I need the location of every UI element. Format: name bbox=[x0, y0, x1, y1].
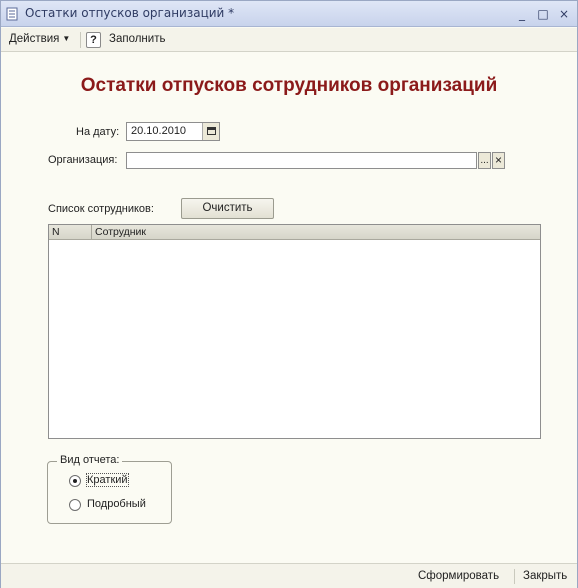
report-type-group bbox=[47, 461, 172, 524]
table-header: N Сотрудник bbox=[49, 225, 540, 240]
title-bar[interactable]: Остатки отпусков организаций * _ □ × bbox=[1, 1, 577, 27]
document-icon bbox=[6, 7, 18, 21]
date-value: 20.10.2010 bbox=[131, 125, 187, 137]
column-header-employee[interactable]: Сотрудник bbox=[95, 226, 146, 238]
calendar-button[interactable] bbox=[202, 123, 219, 140]
clear-button[interactable]: Очистить bbox=[181, 198, 274, 219]
column-header-number[interactable]: N bbox=[52, 226, 60, 238]
actions-menu-label: Действия bbox=[9, 33, 60, 45]
date-label: На дату: bbox=[76, 126, 120, 138]
window-title: Остатки отпусков организаций * bbox=[25, 6, 235, 20]
form-heading: Остатки отпусков сотрудников организаций bbox=[80, 75, 498, 96]
chevron-down-icon: ▼ bbox=[62, 34, 71, 43]
actions-menu[interactable]: Действия ▼ bbox=[9, 33, 70, 45]
employees-label: Список сотрудников: bbox=[48, 203, 154, 215]
radio-detailed[interactable] bbox=[69, 499, 81, 511]
command-bar: Действия ▼ ? Заполнить bbox=[1, 28, 577, 52]
report-window: Остатки отпусков организаций * _ □ × Дей… bbox=[0, 0, 578, 588]
organization-field[interactable] bbox=[126, 152, 477, 169]
minimize-button[interactable]: _ bbox=[516, 8, 528, 20]
radio-brief-label[interactable]: Краткий bbox=[86, 473, 129, 487]
organization-clear-button[interactable]: × bbox=[492, 152, 505, 169]
maximize-button[interactable]: □ bbox=[537, 8, 549, 20]
footer-bar: Сформировать Закрыть bbox=[1, 563, 577, 588]
radio-detailed-label[interactable]: Подробный bbox=[87, 498, 146, 510]
column-separator bbox=[91, 225, 92, 240]
fill-button[interactable]: Заполнить bbox=[109, 33, 165, 45]
close-button[interactable]: Закрыть bbox=[523, 570, 567, 582]
organization-select-button[interactable]: ... bbox=[478, 152, 491, 169]
report-type-title: Вид отчета: bbox=[57, 454, 123, 466]
employees-table[interactable]: N Сотрудник bbox=[48, 224, 541, 439]
radio-brief[interactable] bbox=[69, 475, 81, 487]
organization-label: Организация: bbox=[48, 154, 118, 166]
help-icon[interactable]: ? bbox=[86, 32, 101, 48]
radio-selected-dot bbox=[73, 479, 77, 483]
toolbar-separator bbox=[80, 32, 81, 48]
footer-separator bbox=[514, 569, 515, 584]
calendar-icon bbox=[207, 127, 216, 135]
close-window-button[interactable]: × bbox=[558, 8, 570, 20]
generate-button[interactable]: Сформировать bbox=[418, 570, 499, 582]
